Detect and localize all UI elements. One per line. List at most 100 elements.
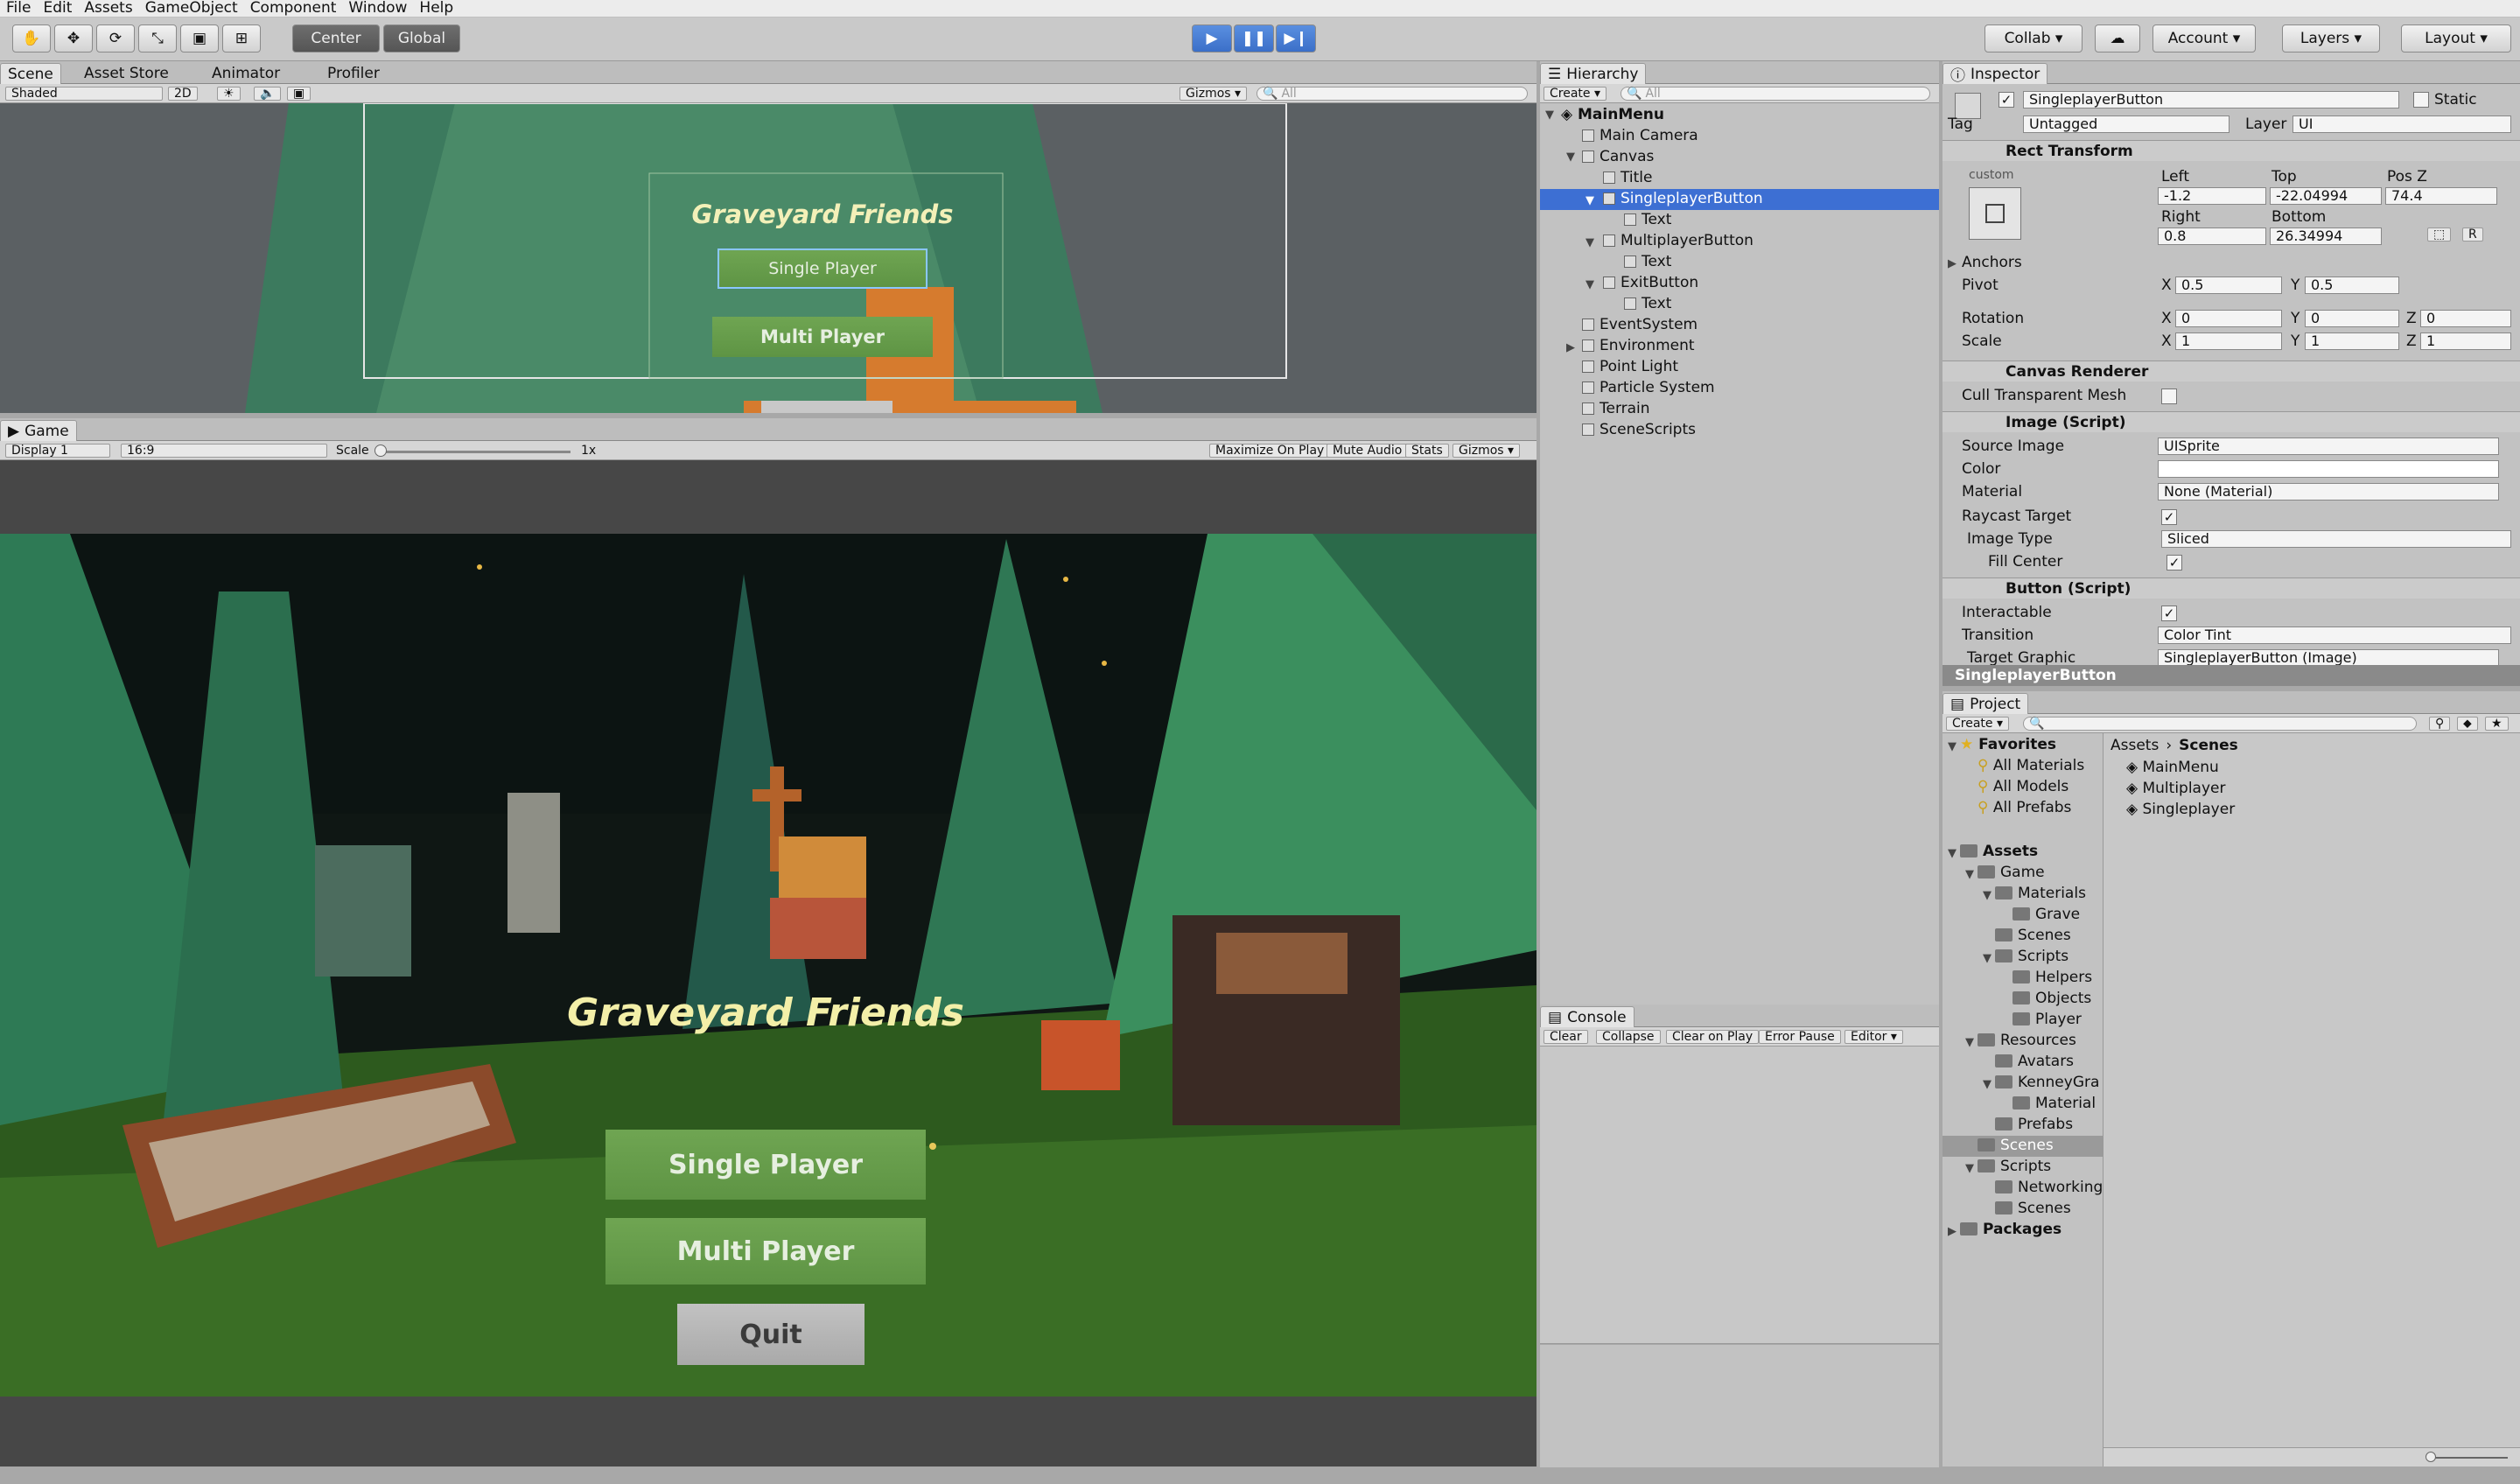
inspector-preview-bar[interactable]: SingleplayerButton bbox=[1942, 665, 2520, 686]
icon-size-slider[interactable] bbox=[2429, 1457, 2508, 1459]
project-search-input[interactable]: 🔍 bbox=[2023, 717, 2417, 731]
collab-dropdown[interactable]: Collab ▾ bbox=[1984, 24, 2082, 52]
folder-game[interactable]: Game bbox=[1978, 863, 2045, 882]
materials-collapse-icon[interactable]: ▼ bbox=[1983, 889, 1992, 902]
game-quit-button[interactable]: Quit bbox=[677, 1304, 864, 1365]
folder-objects[interactable]: Objects bbox=[2012, 989, 2091, 1008]
hierarchy-item-main-camera[interactable]: Main Camera bbox=[1582, 126, 1698, 145]
account-dropdown[interactable]: Account ▾ bbox=[2152, 24, 2256, 52]
tag-dropdown[interactable]: Untagged bbox=[2023, 116, 2230, 133]
scale-y-field[interactable]: 1 bbox=[2305, 332, 2399, 350]
hierarchy-item-multiplayerbutton[interactable]: MultiplayerButton bbox=[1603, 231, 1754, 250]
pause-button[interactable]: ❚❚ bbox=[1234, 24, 1274, 52]
scale-x-field[interactable]: 1 bbox=[2175, 332, 2282, 350]
canvas-renderer-header[interactable]: Canvas Renderer bbox=[1942, 360, 2520, 382]
filter-label-icon[interactable]: ⬥ bbox=[2457, 717, 2478, 731]
folder-player[interactable]: Player bbox=[2012, 1010, 2082, 1029]
transition-dropdown[interactable]: Color Tint bbox=[2158, 626, 2511, 644]
material-field[interactable]: None (Material) bbox=[2158, 483, 2499, 500]
favorites-collapse-icon[interactable]: ▼ bbox=[1948, 740, 1956, 753]
pivot-global-toggle[interactable]: Global bbox=[383, 24, 460, 52]
scene-file-singleplayer[interactable]: ◈ Singleplayer bbox=[2126, 800, 2235, 819]
hierarchy-item-eventsystem[interactable]: EventSystem bbox=[1582, 315, 1698, 334]
menu-gameobject[interactable]: GameObject bbox=[139, 1, 244, 16]
game-view[interactable]: Graveyard Friends Single Player Multi Pl… bbox=[0, 460, 1536, 1466]
tab-game[interactable]: ▶ Game bbox=[0, 420, 77, 441]
hierarchy-item-particle-system[interactable]: Particle System bbox=[1582, 378, 1715, 397]
game-gizmos-dropdown[interactable]: Gizmos ▾ bbox=[1452, 444, 1521, 458]
rect-transform-header[interactable]: Rect Transform bbox=[1942, 140, 2520, 161]
hierarchy-create-dropdown[interactable]: Create ▾ bbox=[1544, 87, 1607, 101]
scale-slider[interactable] bbox=[378, 451, 570, 453]
menu-assets[interactable]: Assets bbox=[78, 1, 138, 16]
posz-field[interactable]: 74.4 bbox=[2385, 187, 2497, 205]
tab-hierarchy[interactable]: ☰ Hierarchy bbox=[1540, 63, 1647, 84]
mode-2d-toggle[interactable]: 2D bbox=[168, 87, 198, 101]
folder-resources[interactable]: Resources bbox=[1978, 1031, 2076, 1050]
scene-multi-player-button[interactable]: Multi Player bbox=[712, 317, 933, 357]
game-multi-player-button[interactable]: Multi Player bbox=[606, 1218, 926, 1284]
mainmenu-collapse-icon[interactable]: ▼ bbox=[1545, 108, 1554, 122]
icon-size-slider-thumb[interactable] bbox=[2426, 1452, 2436, 1462]
rotation-x-field[interactable]: 0 bbox=[2175, 310, 2282, 327]
console-log-area[interactable] bbox=[1540, 1046, 1939, 1344]
tab-project[interactable]: ▤ Project bbox=[1942, 693, 2029, 714]
raw-edit-button[interactable]: R bbox=[2462, 228, 2483, 242]
rotation-y-field[interactable]: 0 bbox=[2305, 310, 2399, 327]
console-clear-on-play-button[interactable]: Clear on Play bbox=[1666, 1030, 1760, 1044]
menu-file[interactable]: File bbox=[0, 1, 37, 16]
favorite-all-materials[interactable]: ⚲ All Materials bbox=[1978, 756, 2084, 775]
rect-tool-icon[interactable]: ▣ bbox=[180, 24, 219, 52]
anchors-expand-icon[interactable]: ▶ bbox=[1948, 257, 1956, 270]
folder-kenney[interactable]: KenneyGra bbox=[1995, 1073, 2099, 1092]
top-field[interactable]: -22.04994 bbox=[2270, 187, 2382, 205]
stats-toggle[interactable]: Stats bbox=[1405, 444, 1449, 458]
raycast-checkbox[interactable]: ✓ bbox=[2161, 509, 2177, 525]
folder-helpers[interactable]: Helpers bbox=[2012, 968, 2092, 987]
resources-collapse-icon[interactable]: ▼ bbox=[1965, 1036, 1974, 1049]
hierarchy-item-environment[interactable]: Environment bbox=[1582, 336, 1695, 355]
multiplayer-collapse-icon[interactable]: ▼ bbox=[1586, 236, 1594, 249]
hierarchy-search-input[interactable]: 🔍 All bbox=[1620, 87, 1930, 101]
pivot-center-toggle[interactable]: Center bbox=[292, 24, 380, 52]
tab-scene[interactable]: Scene bbox=[0, 63, 61, 84]
layout-dropdown[interactable]: Layout ▾ bbox=[2401, 24, 2511, 52]
favorites-item[interactable]: ★ Favorites bbox=[1960, 735, 2056, 754]
step-button[interactable]: ▶❙ bbox=[1276, 24, 1316, 52]
folder-game-scenes[interactable]: Scenes bbox=[1995, 926, 2071, 945]
hierarchy-item-singleplayerbutton[interactable]: SingleplayerButton bbox=[1603, 189, 1763, 208]
favorite-all-models[interactable]: ⚲ All Models bbox=[1978, 777, 2068, 796]
hierarchy-item-text[interactable]: Text bbox=[1624, 252, 1671, 271]
hierarchy-item-canvas[interactable]: Canvas bbox=[1582, 147, 1654, 166]
gameobject-active-checkbox[interactable]: ✓ bbox=[1998, 92, 2014, 108]
maximize-on-play-toggle[interactable]: Maximize On Play bbox=[1209, 444, 1331, 458]
singleplayer-collapse-icon[interactable]: ▼ bbox=[1586, 194, 1594, 207]
breadcrumb-scenes[interactable]: Scenes bbox=[2179, 737, 2238, 754]
scene-single-player-button[interactable]: Single Player bbox=[718, 248, 928, 289]
kenney-collapse-icon[interactable]: ▼ bbox=[1983, 1078, 1992, 1091]
hierarchy-item-text[interactable]: Text bbox=[1624, 294, 1671, 313]
project-create-dropdown[interactable]: Create ▾ bbox=[1946, 717, 2010, 731]
transform-tool-icon[interactable]: ⊞ bbox=[222, 24, 261, 52]
folder-materials[interactable]: Materials bbox=[1995, 884, 2086, 903]
scene-file-mainmenu[interactable]: ◈ MainMenu bbox=[2126, 758, 2219, 777]
hierarchy-item-scenescripts[interactable]: SceneScripts bbox=[1582, 420, 1696, 439]
hierarchy-item-terrain[interactable]: Terrain bbox=[1582, 399, 1650, 418]
rotation-z-field[interactable]: 0 bbox=[2420, 310, 2511, 327]
shading-dropdown[interactable]: Shaded bbox=[5, 87, 163, 101]
menu-component[interactable]: Component bbox=[244, 1, 343, 16]
scene-file-multiplayer[interactable]: ◈ Multiplayer bbox=[2126, 779, 2225, 798]
layer-dropdown[interactable]: UI bbox=[2292, 116, 2511, 133]
packages-folder[interactable]: Packages bbox=[1960, 1220, 2062, 1239]
hierarchy-item-title[interactable]: Title bbox=[1603, 168, 1652, 187]
scale-slider-thumb[interactable] bbox=[374, 444, 387, 457]
hierarchy-item-exitbutton[interactable]: ExitButton bbox=[1603, 273, 1698, 292]
cull-checkbox[interactable] bbox=[2161, 388, 2177, 404]
favorite-star-icon[interactable]: ★ bbox=[2485, 717, 2509, 731]
breadcrumb-assets[interactable]: Assets bbox=[2110, 737, 2159, 754]
color-swatch[interactable] bbox=[2158, 460, 2499, 478]
canvas-collapse-icon[interactable]: ▼ bbox=[1566, 150, 1575, 164]
hierarchy-root-mainmenu[interactable]: ◈ MainMenu bbox=[1561, 105, 1664, 124]
mute-audio-toggle[interactable]: Mute Audio bbox=[1326, 444, 1409, 458]
image-script-header[interactable]: Image (Script) bbox=[1942, 411, 2520, 432]
